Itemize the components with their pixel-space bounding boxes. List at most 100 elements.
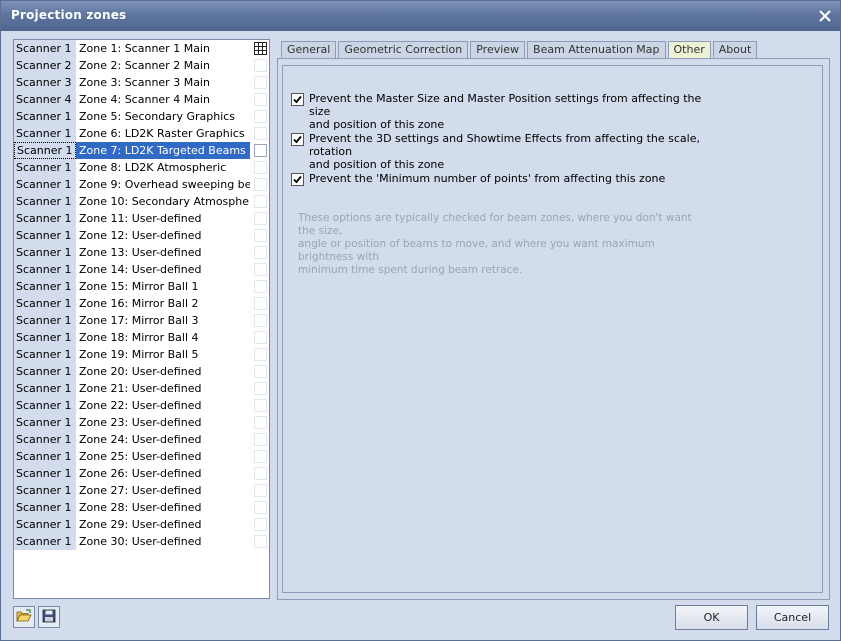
zone-checkbox[interactable] <box>254 518 267 531</box>
zone-scanner-cell[interactable]: Scanner 1 <box>14 312 76 329</box>
zone-checkbox[interactable] <box>254 76 267 89</box>
zone-checkbox[interactable] <box>254 314 267 327</box>
zone-row[interactable]: Scanner 1 Zone 13: User-defined <box>14 244 269 261</box>
grid-icon[interactable] <box>254 42 267 58</box>
zone-name-cell[interactable]: Zone 27: User-defined <box>76 482 250 499</box>
zone-scanner-cell[interactable]: Scanner 1 <box>14 465 76 482</box>
zone-name-cell[interactable]: Zone 21: User-defined <box>76 380 250 397</box>
option-master-size[interactable]: Prevent the Master Size and Master Posit… <box>291 92 711 131</box>
zone-scanner-cell[interactable]: Scanner 1 <box>14 397 76 414</box>
zone-checkbox[interactable] <box>254 178 267 191</box>
zone-scanner-cell[interactable]: Scanner 1 <box>14 533 76 550</box>
zone-name-cell[interactable]: Zone 26: User-defined <box>76 465 250 482</box>
zone-scanner-cell[interactable]: Scanner 1 <box>14 329 76 346</box>
zone-name-cell[interactable]: Zone 28: User-defined <box>76 499 250 516</box>
zone-scanner-cell[interactable]: Scanner 1 <box>14 40 76 57</box>
zone-checkbox[interactable] <box>254 127 267 140</box>
zone-row[interactable]: Scanner 1 Zone 28: User-defined <box>14 499 269 516</box>
zone-scanner-cell[interactable]: Scanner 3 <box>14 74 76 91</box>
zone-row[interactable]: Scanner 4 Zone 4: Scanner 4 Main <box>14 91 269 108</box>
option-checkbox[interactable] <box>291 93 304 106</box>
zone-checkbox[interactable] <box>254 382 267 395</box>
zone-name-cell[interactable]: Zone 20: User-defined <box>76 363 250 380</box>
zone-name-cell[interactable]: Zone 19: Mirror Ball 5 <box>76 346 250 363</box>
open-button[interactable] <box>13 606 35 628</box>
zone-checkbox[interactable] <box>254 450 267 463</box>
zone-scanner-cell[interactable]: Scanner 1 <box>14 159 76 176</box>
zone-checkbox[interactable] <box>254 501 267 514</box>
zone-name-cell[interactable]: Zone 22: User-defined <box>76 397 250 414</box>
zone-scanner-cell[interactable]: Scanner 1 <box>14 227 76 244</box>
zone-row[interactable]: Scanner 1 Zone 7: LD2K Targeted Beams <box>14 142 269 159</box>
zone-name-cell[interactable]: Zone 13: User-defined <box>76 244 250 261</box>
zone-name-cell[interactable]: Zone 5: Secondary Graphics <box>76 108 250 125</box>
zone-name-cell[interactable]: Zone 23: User-defined <box>76 414 250 431</box>
zone-scanner-cell[interactable]: Scanner 1 <box>14 261 76 278</box>
tab-other[interactable]: Other <box>667 41 711 59</box>
zone-checkbox[interactable] <box>254 212 267 225</box>
tab-preview[interactable]: Preview <box>470 41 526 59</box>
zones-list[interactable]: Scanner 1 Zone 1: Scanner 1 Main Scanner 2… <box>13 39 270 599</box>
zone-row[interactable]: Scanner 1 Zone 22: User-defined <box>14 397 269 414</box>
zone-row[interactable]: Scanner 1 Zone 6: LD2K Raster Graphics <box>14 125 269 142</box>
zone-name-cell[interactable]: Zone 24: User-defined <box>76 431 250 448</box>
zone-row[interactable]: Scanner 1Zone 9: Overhead sweeping beams <box>14 176 269 193</box>
zone-name-cell[interactable]: Zone 25: User-defined <box>76 448 250 465</box>
zone-name-cell[interactable]: Zone 12: User-defined <box>76 227 250 244</box>
option-checkbox[interactable] <box>291 173 304 186</box>
zone-row[interactable]: Scanner 1 Zone 10: Secondary Atmospheric <box>14 193 269 210</box>
zone-name-cell[interactable]: Zone 18: Mirror Ball 4 <box>76 329 250 346</box>
zone-scanner-cell[interactable]: Scanner 1 <box>14 363 76 380</box>
zone-name-cell[interactable]: Zone 17: Mirror Ball 3 <box>76 312 250 329</box>
zone-checkbox[interactable] <box>254 399 267 412</box>
zone-row[interactable]: Scanner 1 Zone 17: Mirror Ball 3 <box>14 312 269 329</box>
zone-row[interactable]: Scanner 1 Zone 8: LD2K Atmospheric <box>14 159 269 176</box>
option-minimum-points[interactable]: Prevent the 'Minimum number of points' f… <box>291 172 711 186</box>
zone-row[interactable]: Scanner 1 Zone 25: User-defined <box>14 448 269 465</box>
tab-general[interactable]: General <box>281 41 337 59</box>
zone-name-cell[interactable]: Zone 9: Overhead sweeping beams <box>76 176 250 193</box>
zone-checkbox[interactable] <box>254 246 267 259</box>
tab-beam-attenuation-map[interactable]: Beam Attenuation Map <box>527 41 666 59</box>
zone-checkbox[interactable] <box>254 467 267 480</box>
zone-row[interactable]: Scanner 1 Zone 12: User-defined <box>14 227 269 244</box>
zone-checkbox[interactable] <box>254 280 267 293</box>
zone-scanner-cell[interactable]: Scanner 1 <box>14 346 76 363</box>
zone-scanner-cell[interactable]: Scanner 1 <box>14 448 76 465</box>
zone-checkbox[interactable] <box>254 229 267 242</box>
zone-name-cell[interactable]: Zone 11: User-defined <box>76 210 250 227</box>
option-3d-settings[interactable]: Prevent the 3D settings and Showtime Eff… <box>291 132 711 171</box>
zone-scanner-cell[interactable]: Scanner 1 <box>14 431 76 448</box>
zone-scanner-cell[interactable]: Scanner 1 <box>14 499 76 516</box>
zone-name-cell[interactable]: Zone 30: User-defined <box>76 533 250 550</box>
ok-button[interactable]: OK <box>675 605 748 630</box>
zone-name-cell[interactable]: Zone 10: Secondary Atmospheric <box>76 193 250 210</box>
tab-geometric-correction[interactable]: Geometric Correction <box>338 41 469 59</box>
zone-name-cell[interactable]: Zone 3: Scanner 3 Main <box>76 74 250 91</box>
zone-checkbox[interactable] <box>254 331 267 344</box>
cancel-button[interactable]: Cancel <box>756 605 829 630</box>
zone-scanner-cell[interactable]: Scanner 1 <box>14 278 76 295</box>
zone-scanner-cell[interactable]: Scanner 1 <box>14 193 76 210</box>
zone-checkbox[interactable] <box>254 484 267 497</box>
zone-row[interactable]: Scanner 1 Zone 14: User-defined <box>14 261 269 278</box>
zone-row[interactable]: Scanner 1 Zone 30: User-defined <box>14 533 269 550</box>
zone-scanner-cell[interactable]: Scanner 1 <box>14 414 76 431</box>
option-checkbox[interactable] <box>291 133 304 146</box>
zone-name-cell[interactable]: Zone 15: Mirror Ball 1 <box>76 278 250 295</box>
zone-row[interactable]: Scanner 1 Zone 5: Secondary Graphics <box>14 108 269 125</box>
zone-scanner-cell[interactable]: Scanner 1 <box>14 516 76 533</box>
zone-checkbox[interactable] <box>254 144 267 157</box>
zone-name-cell[interactable]: Zone 14: User-defined <box>76 261 250 278</box>
zone-row[interactable]: Scanner 1 Zone 1: Scanner 1 Main <box>14 40 269 57</box>
zone-scanner-cell[interactable]: Scanner 1 <box>14 482 76 499</box>
zone-name-cell[interactable]: Zone 8: LD2K Atmospheric <box>76 159 250 176</box>
zone-row[interactable]: Scanner 1 Zone 26: User-defined <box>14 465 269 482</box>
close-icon[interactable] <box>814 5 836 27</box>
zone-row[interactable]: Scanner 3 Zone 3: Scanner 3 Main <box>14 74 269 91</box>
zone-checkbox[interactable] <box>254 535 267 548</box>
zone-scanner-cell[interactable]: Scanner 1 <box>14 176 76 193</box>
zone-row[interactable]: Scanner 1 Zone 29: User-defined <box>14 516 269 533</box>
zone-checkbox[interactable] <box>254 93 267 106</box>
zone-checkbox[interactable] <box>254 195 267 208</box>
